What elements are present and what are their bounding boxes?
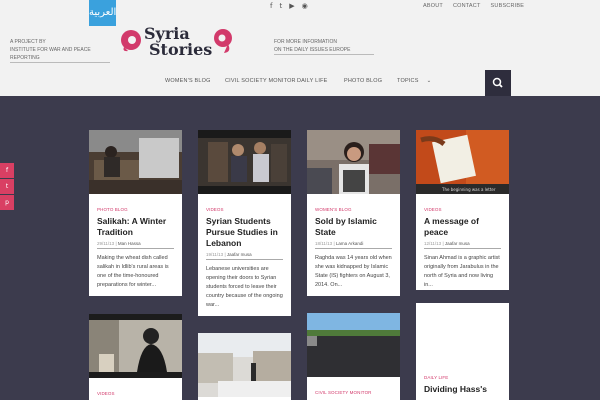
- nav-topics[interactable]: TOPICS: [397, 78, 419, 84]
- article-title[interactable]: Sold by Islamic State: [307, 212, 400, 238]
- more-info: FOR MORE INFORMATION ON THE DAILY ISSUES…: [274, 38, 374, 55]
- logo-text-stories: Stories: [149, 40, 213, 59]
- share-pinterest-icon[interactable]: p: [0, 195, 14, 210]
- nav-civil-society[interactable]: CIVIL SOCIETY MONITOR: [225, 78, 305, 84]
- search-button[interactable]: [485, 70, 511, 96]
- about-link[interactable]: ABOUT: [423, 3, 443, 9]
- article-card[interactable]: VIDEOS: [89, 314, 182, 400]
- twitter-icon[interactable]: t: [279, 2, 282, 10]
- article-image[interactable]: [89, 314, 182, 378]
- article-date: 19/11/13: [206, 252, 224, 257]
- article-category[interactable]: VIDEOS: [198, 199, 291, 212]
- article-category[interactable]: CIVIL SOCIETY MONITOR: [307, 382, 400, 395]
- main-nav: WOMEN'S BLOG CIVIL SOCIETY MONITOR DAILY…: [165, 78, 431, 84]
- article-image[interactable]: The beginning was a letter: [416, 130, 509, 194]
- article-card[interactable]: PHOTO BLOG Salikah: A Winter Tradition 2…: [89, 130, 182, 296]
- site-header: العربية f t ▶ ◉ ABOUT CONTACT SUBSCRIBE …: [0, 0, 600, 96]
- article-image[interactable]: [307, 313, 400, 377]
- facebook-icon[interactable]: f: [270, 2, 272, 10]
- article-image[interactable]: [198, 333, 291, 397]
- article-author[interactable]: Jaafar musa: [227, 252, 252, 257]
- article-author[interactable]: Jaafar musa: [445, 241, 470, 246]
- arabic-language-button[interactable]: العربية: [89, 0, 116, 26]
- article-title[interactable]: Syrian Students Pursue Studies in Lebano…: [198, 212, 291, 249]
- article-category[interactable]: WOMEN'S BLOG: [307, 199, 400, 212]
- article-date: 12/11/13: [424, 241, 442, 246]
- project-credit-org[interactable]: INSTITUTE FOR WAR AND PEACE REPORTING: [10, 46, 110, 63]
- article-card[interactable]: The beginning was a letter VIDEOS A mess…: [416, 130, 509, 290]
- article-meta: 19/11/13 | Jaafar musa: [206, 252, 283, 260]
- article-image[interactable]: [307, 130, 400, 194]
- site-logo[interactable]: Syria Stories: [120, 24, 236, 59]
- article-excerpt: Sinan Ahmad is a graphic artist original…: [424, 255, 500, 288]
- nav-photo-blog[interactable]: PHOTO BLOG: [344, 78, 397, 84]
- top-links: ABOUT CONTACT SUBSCRIBE: [423, 3, 524, 9]
- article-title[interactable]: Salikah: A Winter Tradition: [89, 212, 182, 238]
- article-card[interactable]: CIVIL SOCIETY MONITOR: [307, 313, 400, 400]
- project-credit: A PROJECT BY INSTITUTE FOR WAR AND PEACE…: [10, 38, 110, 63]
- rss-icon[interactable]: ◉: [302, 2, 308, 10]
- search-icon: [492, 77, 503, 88]
- project-credit-label: A PROJECT BY: [10, 39, 46, 45]
- article-meta: 12/11/13 | Jaafar musa: [424, 241, 501, 249]
- article-excerpt: Raghda was 14 years old when she was kid…: [315, 255, 392, 288]
- chevron-down-icon[interactable]: ⌄: [427, 78, 432, 84]
- article-excerpt: Lebanese universities are opening their …: [206, 266, 283, 308]
- article-category[interactable]: PHOTO BLOG: [89, 199, 182, 212]
- logo-quote-right-icon: [214, 29, 232, 53]
- share-facebook-icon[interactable]: f: [0, 163, 14, 178]
- article-category[interactable]: DAILY LIFE: [416, 367, 509, 380]
- article-card[interactable]: WOMEN'S BLOG Sold by Islamic State 18/11…: [307, 130, 400, 296]
- share-twitter-icon[interactable]: t: [0, 179, 14, 194]
- social-links: f t ▶ ◉: [270, 2, 308, 10]
- nav-daily-life[interactable]: DAILY LIFE: [297, 78, 344, 84]
- article-title[interactable]: A message of peace: [416, 212, 509, 238]
- more-info-text[interactable]: ON THE DAILY ISSUES EUROPE: [274, 46, 374, 55]
- article-image[interactable]: [198, 130, 291, 194]
- contact-link[interactable]: CONTACT: [453, 3, 481, 9]
- article-date: 29/11/13: [97, 241, 115, 246]
- article-card[interactable]: VIDEOS Syrian Students Pursue Studies in…: [198, 130, 291, 316]
- article-excerpt: Making the wheat dish called salikah in …: [97, 255, 169, 288]
- share-bar: f t p: [0, 163, 14, 211]
- article-card[interactable]: DAILY LIFE Dividing Hass's: [416, 303, 509, 400]
- article-category[interactable]: VIDEOS: [89, 383, 182, 396]
- article-meta: 18/11/13 | Lama Arkandi: [315, 241, 392, 249]
- article-author[interactable]: Man Hassa: [118, 241, 141, 246]
- subscribe-link[interactable]: SUBSCRIBE: [491, 3, 525, 9]
- article-image[interactable]: [416, 303, 509, 367]
- youtube-icon[interactable]: ▶: [289, 2, 294, 10]
- article-title[interactable]: Dividing Hass's: [416, 380, 509, 395]
- article-card[interactable]: [198, 333, 291, 400]
- article-category[interactable]: VIDEOS: [416, 199, 509, 212]
- more-info-label: FOR MORE INFORMATION: [274, 39, 337, 45]
- svg-text:The beginning was a letter: The beginning was a letter: [441, 187, 496, 192]
- article-meta: 29/11/13 | Man Hassa: [97, 241, 174, 249]
- article-image[interactable]: [89, 130, 182, 194]
- article-author[interactable]: Lama Arkandi: [336, 241, 364, 246]
- article-date: 18/11/13: [315, 241, 333, 246]
- logo-quote-left-icon: [121, 30, 141, 52]
